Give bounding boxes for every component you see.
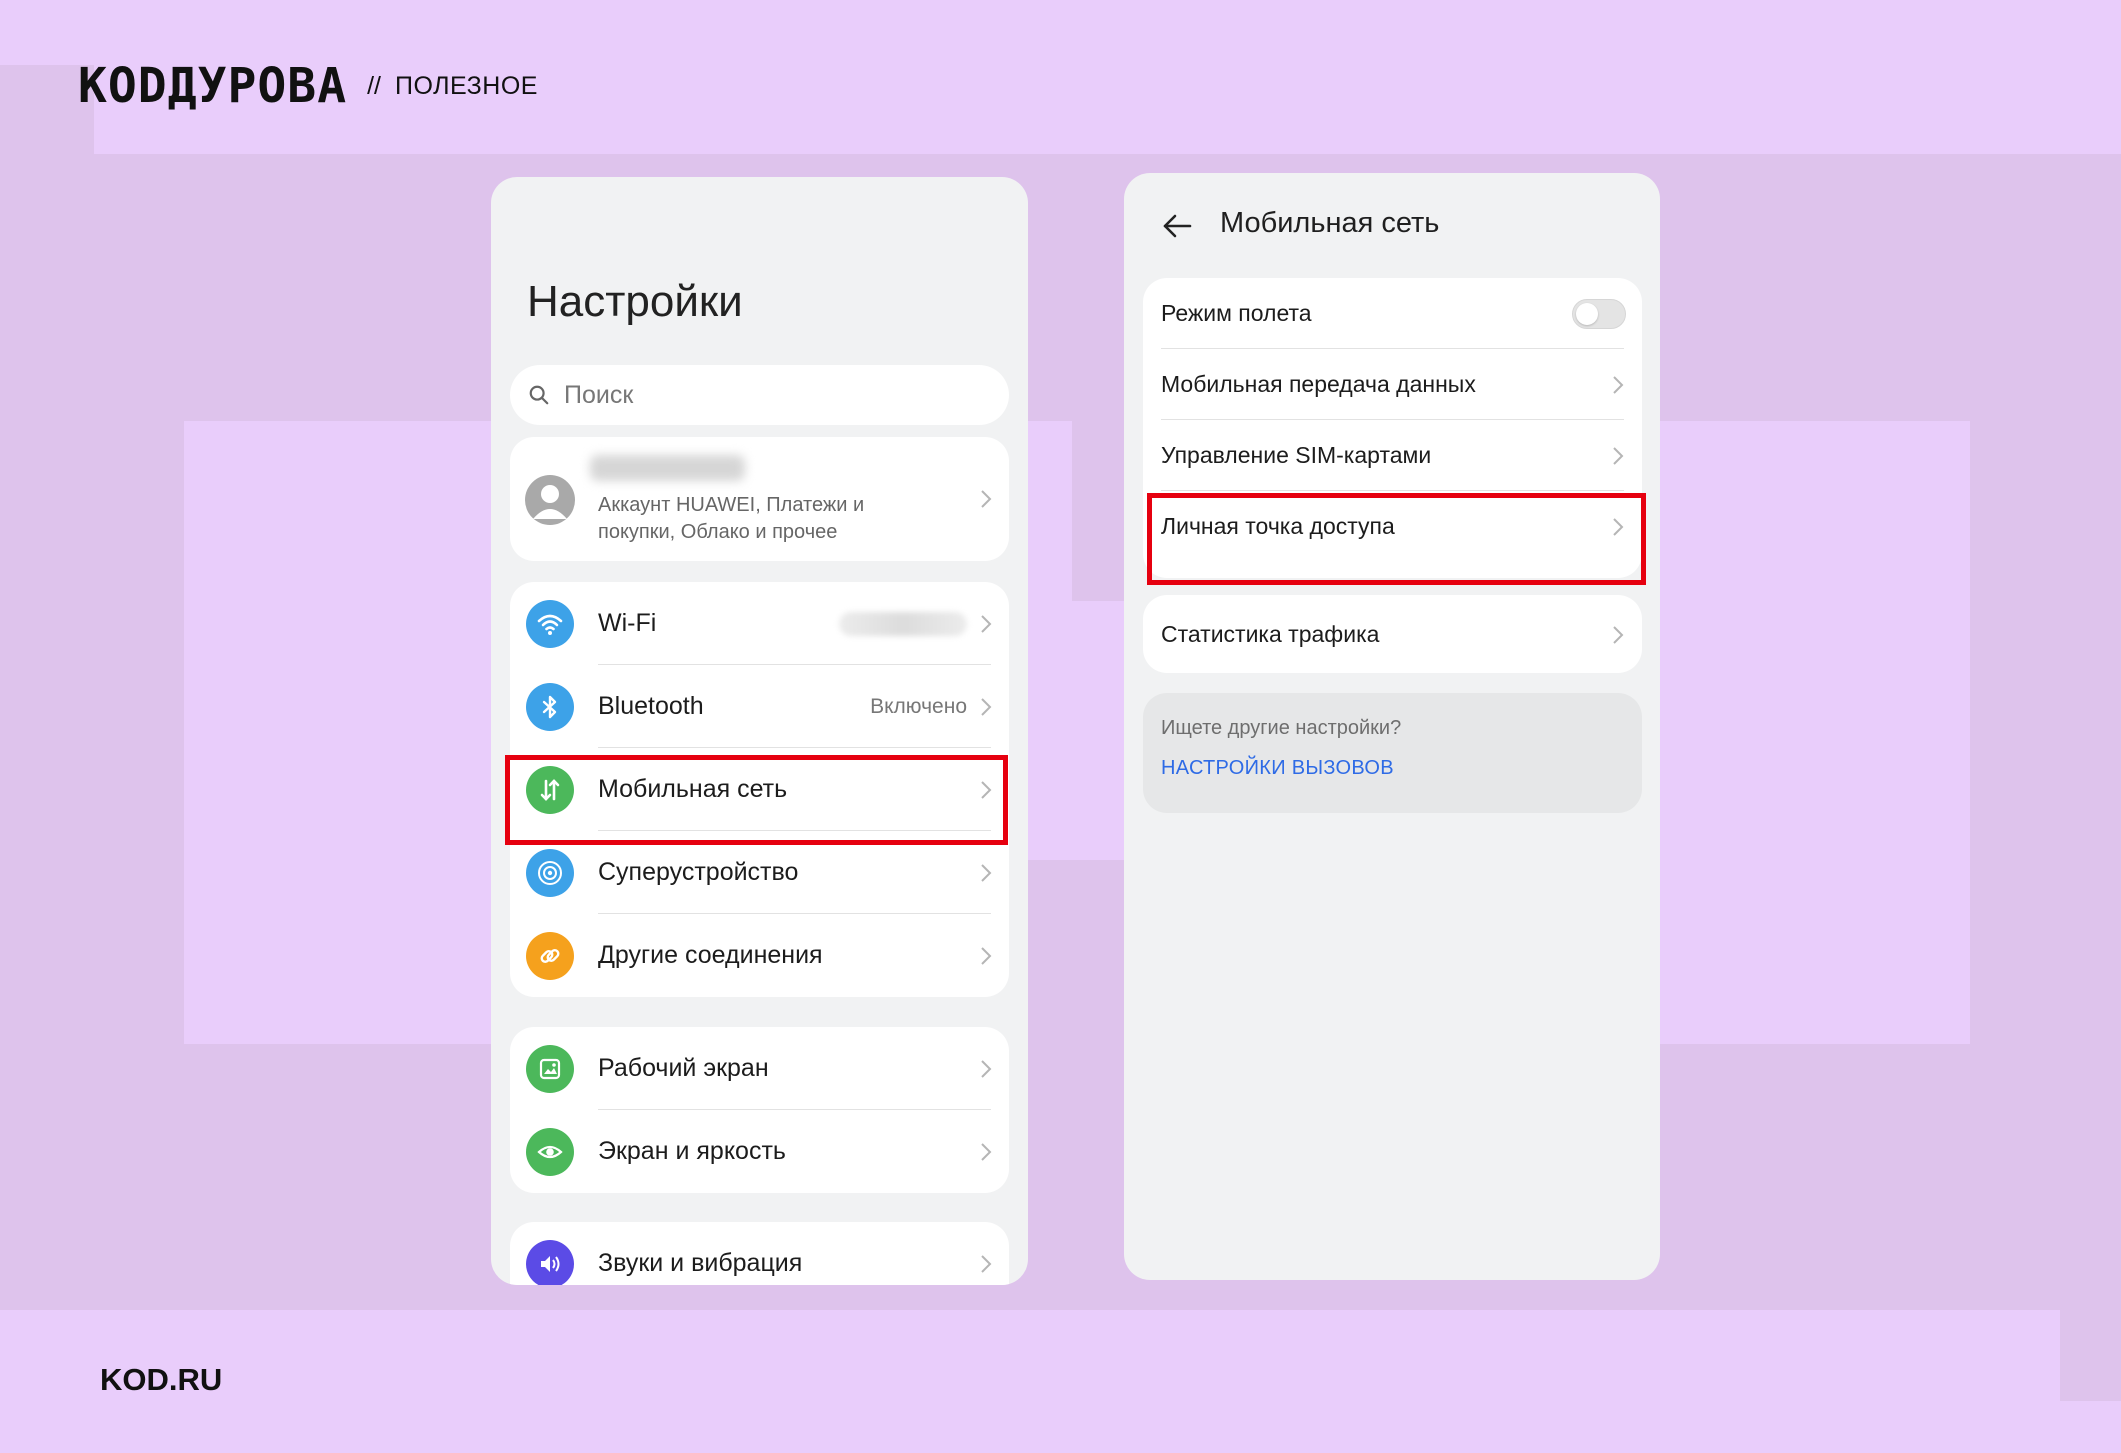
settings-row-other-connections[interactable]: Другие соединения — [510, 914, 1009, 997]
search-input[interactable] — [562, 379, 966, 411]
logo[interactable]: KODДУРОВА — [78, 62, 347, 110]
avatar — [525, 475, 575, 525]
settings-row-mobile-data[interactable]: Мобильная передача данных — [1143, 349, 1642, 420]
chevron-right-icon — [981, 1059, 992, 1078]
chevron-right-icon — [981, 863, 992, 882]
background-block — [184, 1044, 1970, 1310]
section-label[interactable]: ПОЛЕЗНОЕ — [395, 72, 538, 101]
row-value: Включено — [870, 694, 967, 718]
hint-question: Ищете другие настройки? — [1161, 717, 1402, 739]
bluetooth-icon — [526, 682, 574, 731]
account-description: Аккаунт HUAWEI, Платежи и покупки, Облак… — [598, 494, 865, 543]
row-label: Звуки и вибрация — [598, 1249, 803, 1277]
row-label: Суперустройство — [598, 858, 799, 886]
settings-row-display-brightness[interactable]: Экран и яркость — [510, 1110, 1009, 1193]
back-arrow-icon[interactable] — [1160, 209, 1194, 243]
airplane-mode-toggle[interactable] — [1572, 298, 1626, 329]
chevron-right-icon — [1613, 375, 1624, 394]
sound-card: Звуки и вибрация — [510, 1222, 1009, 1285]
page-title: Мобильная сеть — [1220, 207, 1440, 239]
display-card: Рабочий экран Экран и яркость — [510, 1027, 1009, 1193]
settings-row-wifi[interactable]: Wi‑Fi — [510, 582, 1009, 665]
background-block — [94, 154, 2121, 421]
background-block — [1072, 421, 1124, 601]
wifi-icon — [526, 599, 574, 648]
background-block — [0, 65, 94, 1310]
row-label: Wi‑Fi — [598, 609, 657, 637]
row-label: Рабочий экран — [598, 1054, 769, 1082]
wifi-network-blurred — [839, 611, 967, 636]
chevron-right-icon — [981, 614, 992, 633]
search-bar[interactable] — [510, 365, 1009, 425]
row-label: Мобильная передача данных — [1161, 371, 1476, 397]
chevron-right-icon — [981, 946, 992, 965]
footer-site[interactable]: KOD.RU — [100, 1362, 222, 1398]
super-device-icon — [526, 848, 574, 897]
account-card[interactable]: Аккаунт HUAWEI, Платежи и покупки, Облак… — [510, 437, 1009, 561]
settings-row-traffic-stats[interactable]: Статистика трафика — [1143, 599, 1642, 670]
home-screen-icon — [526, 1044, 574, 1093]
chevron-right-icon — [981, 1142, 992, 1161]
settings-row-bluetooth[interactable]: Bluetooth Включено — [510, 665, 1009, 748]
highlight-box — [505, 755, 1008, 845]
background-block — [1660, 421, 1970, 1044]
settings-row-airplane-mode[interactable]: Режим полета — [1143, 278, 1642, 349]
settings-screen: Настройки Аккаунт HUAWEI, Платежи и поку… — [491, 177, 1028, 1285]
chevron-right-icon — [1613, 446, 1624, 465]
settings-row-sounds[interactable]: Звуки и вибрация — [510, 1222, 1009, 1285]
mobile-network-screen: Мобильная сеть Режим полета Мобильная пе… — [1124, 173, 1660, 1280]
background-block — [1028, 860, 1124, 1044]
row-label: Статистика трафика — [1161, 621, 1380, 647]
brand-header: KODДУРОВА // ПОЛЕЗНОЕ — [78, 62, 538, 110]
person-icon — [533, 485, 567, 519]
toggle-knob — [1576, 302, 1598, 325]
row-label: Bluetooth — [598, 692, 704, 720]
row-label: Управление SIM-картами — [1161, 442, 1432, 468]
speaker-icon — [526, 1239, 574, 1285]
chevron-right-icon — [981, 697, 992, 716]
call-settings-link[interactable]: НАСТРОЙКИ ВЫЗОВОВ — [1161, 757, 1394, 780]
chevron-right-icon — [981, 1254, 992, 1273]
settings-row-sim-management[interactable]: Управление SIM-картами — [1143, 420, 1642, 491]
other-settings-hint: Ищете другие настройки? НАСТРОЙКИ ВЫЗОВО… — [1143, 693, 1642, 813]
background-block — [94, 421, 184, 1310]
search-icon — [529, 385, 549, 405]
traffic-card: Статистика трафика — [1143, 595, 1642, 673]
background-block — [1970, 421, 2121, 1401]
chevron-right-icon — [1613, 625, 1624, 644]
account-name-blurred — [590, 455, 745, 481]
highlight-box — [1147, 493, 1646, 585]
row-label: Другие соединения — [598, 941, 823, 969]
row-label: Экран и яркость — [598, 1137, 786, 1165]
eye-icon — [526, 1127, 574, 1176]
settings-row-home-screen[interactable]: Рабочий экран — [510, 1027, 1009, 1110]
row-label: Режим полета — [1161, 300, 1312, 326]
background-block — [184, 421, 491, 1044]
chevron-right-icon — [981, 490, 992, 508]
breadcrumb-separator: // — [367, 71, 381, 100]
page-title: Настройки — [527, 277, 743, 326]
link-icon — [526, 931, 574, 980]
background-block — [0, 1310, 2060, 1453]
